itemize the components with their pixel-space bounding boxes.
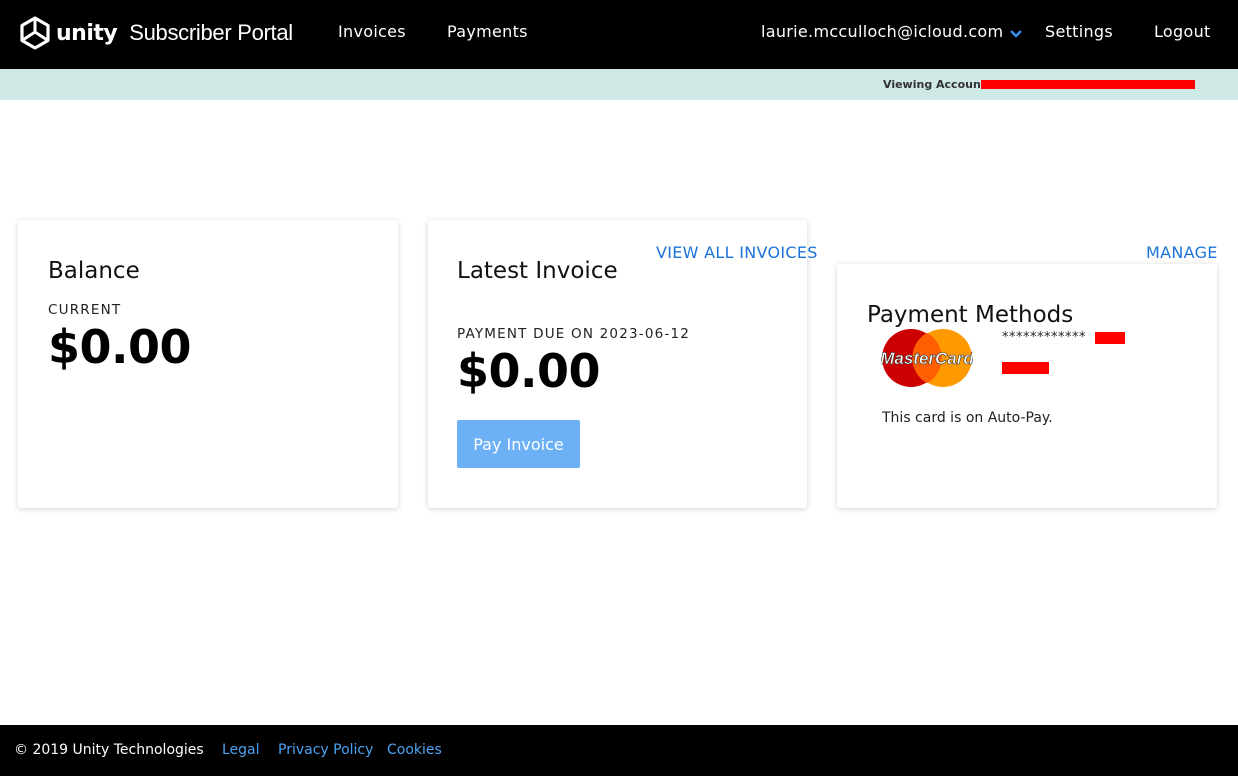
redacted-account-id (981, 80, 1195, 89)
unity-cube-icon (20, 16, 50, 50)
view-all-invoices-link[interactable]: VIEW ALL INVOICES (656, 243, 818, 262)
payment-methods-title: Payment Methods (867, 302, 1074, 328)
nav-settings[interactable]: Settings (1045, 22, 1113, 41)
footer-link-cookies[interactable]: Cookies (387, 742, 442, 758)
brand-wordmark: unity (56, 20, 118, 46)
latest-invoice-title: Latest Invoice (457, 258, 618, 284)
redacted-card-expiry (1002, 362, 1049, 374)
user-menu[interactable]: laurie.mcculloch@icloud.com (761, 22, 1023, 41)
footer-copyright: © 2019 Unity Technologies (14, 742, 204, 758)
balance-title: Balance (48, 258, 140, 284)
balance-amount: $0.00 (48, 320, 192, 374)
footer-link-legal[interactable]: Legal (222, 742, 260, 758)
nav-invoices[interactable]: Invoices (338, 22, 406, 41)
mastercard-logo: MasterCard (881, 329, 973, 387)
account-strip: Viewing Account: (0, 69, 1238, 100)
pay-invoice-button[interactable]: Pay Invoice (457, 420, 580, 468)
top-nav-bar: unity Subscriber Portal Invoices Payment… (0, 0, 1238, 69)
portal-name: Subscriber Portal (129, 20, 293, 45)
card-brand-text: MasterCard (881, 349, 973, 368)
invoice-amount: $0.00 (457, 344, 601, 398)
autopay-status-text: This card is on Auto-Pay. (882, 410, 1053, 426)
user-email: laurie.mcculloch@icloud.com (761, 22, 1004, 41)
chevron-down-icon (1010, 30, 1023, 38)
footer: © 2019 Unity Technologies Legal Privacy … (0, 725, 1238, 776)
nav-payments[interactable]: Payments (447, 22, 528, 41)
manage-payment-link[interactable]: MANAGE (1146, 243, 1218, 262)
card-number-mask: ************ (1002, 330, 1086, 345)
redacted-card-last4 (1095, 332, 1125, 344)
nav-logout[interactable]: Logout (1154, 22, 1211, 41)
footer-link-privacy-policy[interactable]: Privacy Policy (278, 742, 373, 758)
payment-due-caption: PAYMENT DUE ON 2023-06-12 (457, 326, 691, 342)
balance-caption: CURRENT (48, 302, 122, 318)
unity-logo-link[interactable]: unity Subscriber Portal (18, 16, 293, 50)
viewing-account-label: Viewing Account: (883, 78, 991, 91)
